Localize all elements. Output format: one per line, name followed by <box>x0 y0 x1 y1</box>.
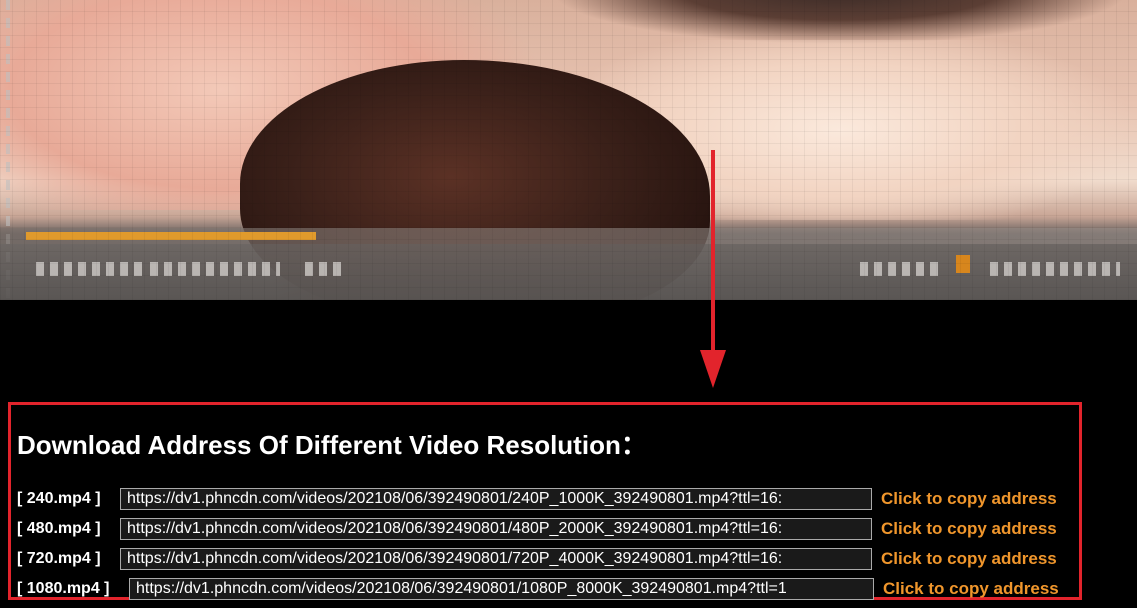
pixelation-overlay <box>0 0 1137 300</box>
url-field[interactable]: https://dv1.phncdn.com/videos/202108/06/… <box>129 578 874 600</box>
video-preview[interactable] <box>0 0 1137 300</box>
download-panel: Download Address Of Different Video Reso… <box>8 402 1082 600</box>
copy-address-link[interactable]: Click to copy address <box>881 549 1057 569</box>
resolution-label: [ 1080.mp4 ] <box>17 580 110 597</box>
download-row-240: [ 240.mp4 ] https://dv1.phncdn.com/video… <box>17 488 1057 510</box>
copy-address-link[interactable]: Click to copy address <box>881 519 1057 539</box>
panel-title: Download Address Of Different Video Reso… <box>17 430 647 460</box>
url-field[interactable]: https://dv1.phncdn.com/videos/202108/06/… <box>120 488 872 510</box>
download-row-480: [ 480.mp4 ] https://dv1.phncdn.com/video… <box>17 518 1057 540</box>
url-field[interactable]: https://dv1.phncdn.com/videos/202108/06/… <box>120 548 872 570</box>
copy-address-link[interactable]: Click to copy address <box>881 489 1057 509</box>
copy-address-link[interactable]: Click to copy address <box>883 579 1059 599</box>
download-row-1080: [ 1080.mp4 ] https://dv1.phncdn.com/vide… <box>17 578 1059 600</box>
url-field[interactable]: https://dv1.phncdn.com/videos/202108/06/… <box>120 518 872 540</box>
resolution-label: [ 240.mp4 ] <box>17 490 101 507</box>
download-row-720: [ 720.mp4 ] https://dv1.phncdn.com/video… <box>17 548 1057 570</box>
resolution-label: [ 480.mp4 ] <box>17 520 101 537</box>
down-arrow-icon <box>700 150 726 388</box>
resolution-label: [ 720.mp4 ] <box>17 550 101 567</box>
